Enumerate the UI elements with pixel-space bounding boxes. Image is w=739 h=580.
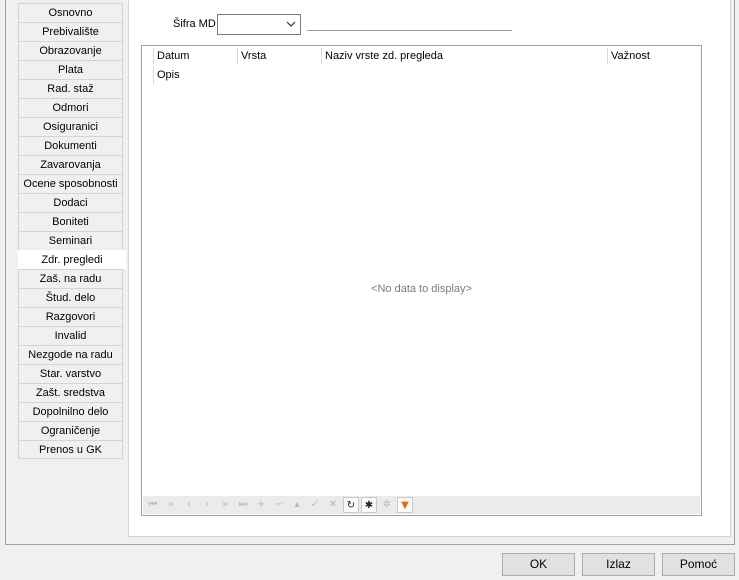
tab-štud-delo[interactable]: Štud. delo	[18, 288, 123, 307]
column-header-vrsta[interactable]: Vrsta	[237, 48, 321, 64]
last-icon[interactable]: ⏭	[235, 497, 251, 513]
tab-boniteti[interactable]: Boniteti	[18, 212, 123, 231]
tab-zašt-sredstva[interactable]: Zašt. sredstva	[18, 383, 123, 402]
refresh-icon[interactable]: ↻	[343, 497, 359, 513]
tab-dokumenti[interactable]: Dokumenti	[18, 136, 123, 155]
column-header-opis[interactable]: Opis	[153, 66, 180, 84]
first-icon[interactable]: ⏮	[145, 497, 161, 513]
cancel-icon[interactable]: ✕	[325, 497, 341, 513]
tab-nezgode-na-radu[interactable]: Nezgode na radu	[18, 345, 123, 364]
health-checks-grid[interactable]: Datum Vrsta Naziv vrste zd. pregleda Važ…	[141, 45, 702, 516]
izlaz-button[interactable]: Izlaz	[582, 553, 655, 576]
edit-icon[interactable]: ▴	[289, 497, 305, 513]
tab-star-varstvo[interactable]: Star. varstvo	[18, 364, 123, 383]
tab-prenos-u-gk[interactable]: Prenos u GK	[18, 440, 123, 459]
tab-osnovno[interactable]: Osnovno	[18, 3, 123, 22]
sifra-md-description	[307, 30, 512, 31]
tab-content-panel: Šifra MD Datum Vrsta Naziv vrste zd. pre…	[128, 0, 731, 537]
tab-seminari[interactable]: Seminari	[18, 231, 123, 250]
next-page-icon[interactable]: »	[217, 497, 233, 513]
tab-dopolnilno-delo[interactable]: Dopolnilno delo	[18, 402, 123, 421]
tab-osiguranici[interactable]: Osiguranici	[18, 117, 123, 136]
tab-odmori[interactable]: Odmori	[18, 98, 123, 117]
tab-rad-staž[interactable]: Rad. staž	[18, 79, 123, 98]
help-button[interactable]: Pomoć	[662, 553, 735, 576]
grid-header: Datum Vrsta Naziv vrste zd. pregleda Važ…	[142, 46, 701, 66]
tab-zaš-na-radu[interactable]: Zaš. na radu	[18, 269, 123, 288]
tab-strip: Osnovno Prebivalište Obrazovanje Plata Rad. …	[18, 3, 126, 459]
tab-zavarovanja[interactable]: Zavarovanja	[18, 155, 123, 174]
next-icon[interactable]: ›	[199, 497, 215, 513]
tab-obrazovanje[interactable]: Obrazovanje	[18, 41, 123, 60]
grid-navigator: ⏮ «‹ ›» ⏭ + − ▴ ✓ ✕ ↻ ✱ ✲ ▼	[143, 496, 700, 514]
tab-zdr-pregledi[interactable]: Zdr. pregledi	[18, 250, 126, 269]
tab-ograničenje[interactable]: Ograničenje	[18, 421, 123, 440]
goto-bookmark-icon[interactable]: ✲	[379, 497, 395, 513]
chevron-down-icon[interactable]	[286, 18, 296, 30]
tab-prebivalište[interactable]: Prebivalište	[18, 22, 123, 41]
post-icon[interactable]: ✓	[307, 497, 323, 513]
sifra-md-combobox[interactable]	[217, 14, 301, 35]
prev-page-icon[interactable]: «	[163, 497, 179, 513]
column-header-datum[interactable]: Datum	[153, 48, 237, 64]
filter-icon[interactable]: ▼	[397, 497, 413, 513]
sifra-md-label: Šifra MD	[173, 18, 216, 30]
column-header-vaznost[interactable]: Važnost	[607, 48, 697, 64]
tab-razgovori[interactable]: Razgovori	[18, 307, 123, 326]
column-header-naziv[interactable]: Naziv vrste zd. pregleda	[321, 48, 607, 64]
no-data-message: <No data to display>	[371, 283, 472, 295]
bookmark-icon[interactable]: ✱	[361, 497, 377, 513]
tab-dodaci[interactable]: Dodaci	[18, 193, 123, 212]
tab-plata[interactable]: Plata	[18, 60, 123, 79]
prev-icon[interactable]: ‹	[181, 497, 197, 513]
delete-icon[interactable]: −	[271, 497, 287, 513]
tab-ocene-sposobnosti[interactable]: Ocene sposobnosti	[18, 174, 123, 193]
tab-invalid[interactable]: Invalid	[18, 326, 123, 345]
ok-button[interactable]: OK	[502, 553, 575, 576]
insert-icon[interactable]: +	[253, 497, 269, 513]
